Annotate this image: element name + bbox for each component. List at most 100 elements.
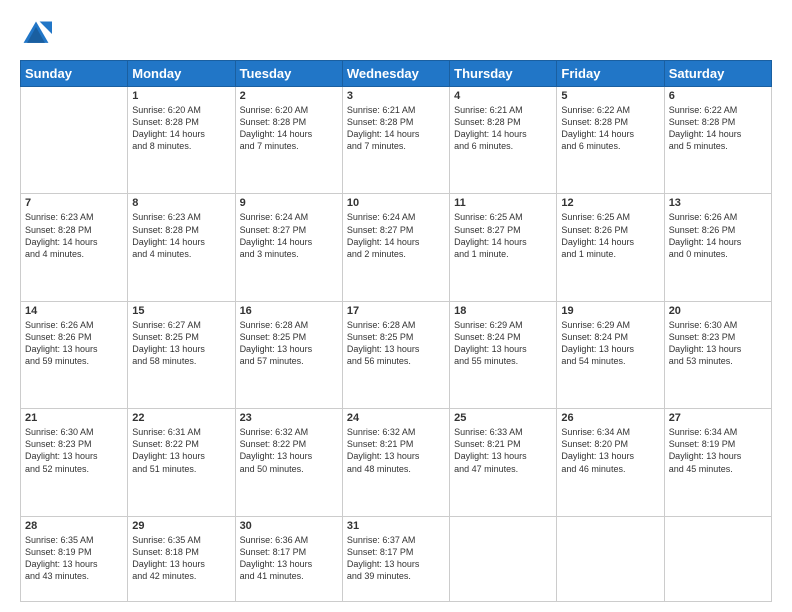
weekday-header: Sunday — [21, 61, 128, 87]
logo — [20, 18, 56, 50]
calendar-cell: 19 Sunrise: 6:29 AM Sunset: 8:24 PM Dayli… — [557, 301, 664, 408]
day-info: Sunrise: 6:24 AM Sunset: 8:27 PM Dayligh… — [240, 211, 338, 260]
calendar-week-row: 7 Sunrise: 6:23 AM Sunset: 8:28 PM Daylig… — [21, 194, 772, 301]
calendar-cell: 29 Sunrise: 6:35 AM Sunset: 8:18 PM Dayli… — [128, 516, 235, 601]
day-info: Sunrise: 6:21 AM Sunset: 8:28 PM Dayligh… — [454, 104, 552, 153]
day-number: 15 — [132, 305, 230, 317]
calendar-cell: 25 Sunrise: 6:33 AM Sunset: 8:21 PM Dayli… — [450, 409, 557, 516]
calendar-cell — [664, 516, 771, 601]
logo-icon — [20, 18, 52, 50]
day-number: 8 — [132, 197, 230, 209]
day-info: Sunrise: 6:26 AM Sunset: 8:26 PM Dayligh… — [25, 319, 123, 368]
day-info: Sunrise: 6:20 AM Sunset: 8:28 PM Dayligh… — [240, 104, 338, 153]
day-number: 9 — [240, 197, 338, 209]
day-number: 11 — [454, 197, 552, 209]
weekday-header: Saturday — [664, 61, 771, 87]
day-info: Sunrise: 6:29 AM Sunset: 8:24 PM Dayligh… — [561, 319, 659, 368]
day-info: Sunrise: 6:20 AM Sunset: 8:28 PM Dayligh… — [132, 104, 230, 153]
calendar-cell: 28Sunrise: 6:35 AM Sunset: 8:19 PM Dayli… — [21, 516, 128, 601]
day-number: 16 — [240, 305, 338, 317]
calendar-cell: 3Sunrise: 6:21 AM Sunset: 8:28 PM Daylig… — [342, 87, 449, 194]
day-info: Sunrise: 6:36 AM Sunset: 8:17 PM Dayligh… — [240, 534, 338, 583]
day-info: Sunrise: 6:32 AM Sunset: 8:21 PM Dayligh… — [347, 426, 445, 475]
weekday-header: Thursday — [450, 61, 557, 87]
calendar-cell — [21, 87, 128, 194]
day-number: 25 — [454, 412, 552, 424]
calendar-cell: 18Sunrise: 6:29 AM Sunset: 8:24 PM Dayli… — [450, 301, 557, 408]
page: SundayMondayTuesdayWednesdayThursdayFrid… — [0, 0, 792, 612]
day-number: 14 — [25, 305, 123, 317]
day-info: Sunrise: 6:32 AM Sunset: 8:22 PM Dayligh… — [240, 426, 338, 475]
calendar-week-row: 14 Sunrise: 6:26 AM Sunset: 8:26 PM Dayli… — [21, 301, 772, 408]
header — [20, 18, 772, 50]
calendar-cell: 7 Sunrise: 6:23 AM Sunset: 8:28 PM Daylig… — [21, 194, 128, 301]
day-info: Sunrise: 6:35 AM Sunset: 8:18 PM Dayligh… — [132, 534, 230, 583]
calendar-cell: 17Sunrise: 6:28 AM Sunset: 8:25 PM Dayli… — [342, 301, 449, 408]
day-number: 5 — [561, 90, 659, 102]
calendar-cell: 23 Sunrise: 6:32 AM Sunset: 8:22 PM Dayli… — [235, 409, 342, 516]
weekday-header: Tuesday — [235, 61, 342, 87]
calendar-cell: 31 Sunrise: 6:37 AM Sunset: 8:17 PM Dayli… — [342, 516, 449, 601]
day-info: Sunrise: 6:22 AM Sunset: 8:28 PM Dayligh… — [561, 104, 659, 153]
day-info: Sunrise: 6:30 AM Sunset: 8:23 PM Dayligh… — [669, 319, 767, 368]
weekday-header: Wednesday — [342, 61, 449, 87]
day-info: Sunrise: 6:37 AM Sunset: 8:17 PM Dayligh… — [347, 534, 445, 583]
calendar-cell — [450, 516, 557, 601]
day-info: Sunrise: 6:27 AM Sunset: 8:25 PM Dayligh… — [132, 319, 230, 368]
calendar-cell: 27 Sunrise: 6:34 AM Sunset: 8:19 PM Dayli… — [664, 409, 771, 516]
day-info: Sunrise: 6:21 AM Sunset: 8:28 PM Dayligh… — [347, 104, 445, 153]
day-number: 29 — [132, 520, 230, 532]
day-number: 22 — [132, 412, 230, 424]
calendar-cell: 12 Sunrise: 6:25 AM Sunset: 8:26 PM Dayli… — [557, 194, 664, 301]
day-number: 13 — [669, 197, 767, 209]
day-info: Sunrise: 6:35 AM Sunset: 8:19 PM Dayligh… — [25, 534, 123, 583]
day-number: 31 — [347, 520, 445, 532]
day-info: Sunrise: 6:26 AM Sunset: 8:26 PM Dayligh… — [669, 211, 767, 260]
calendar-cell: 9 Sunrise: 6:24 AM Sunset: 8:27 PM Daylig… — [235, 194, 342, 301]
day-info: Sunrise: 6:25 AM Sunset: 8:26 PM Dayligh… — [561, 211, 659, 260]
calendar-table: SundayMondayTuesdayWednesdayThursdayFrid… — [20, 60, 772, 602]
calendar-cell: 1Sunrise: 6:20 AM Sunset: 8:28 PM Daylig… — [128, 87, 235, 194]
calendar-cell: 22 Sunrise: 6:31 AM Sunset: 8:22 PM Dayli… — [128, 409, 235, 516]
day-number: 19 — [561, 305, 659, 317]
day-number: 20 — [669, 305, 767, 317]
calendar-cell: 15 Sunrise: 6:27 AM Sunset: 8:25 PM Dayli… — [128, 301, 235, 408]
day-number: 12 — [561, 197, 659, 209]
day-info: Sunrise: 6:30 AM Sunset: 8:23 PM Dayligh… — [25, 426, 123, 475]
day-number: 4 — [454, 90, 552, 102]
day-info: Sunrise: 6:33 AM Sunset: 8:21 PM Dayligh… — [454, 426, 552, 475]
calendar-cell: 2Sunrise: 6:20 AM Sunset: 8:28 PM Daylig… — [235, 87, 342, 194]
day-number: 10 — [347, 197, 445, 209]
day-number: 18 — [454, 305, 552, 317]
calendar-cell: 5 Sunrise: 6:22 AM Sunset: 8:28 PM Daylig… — [557, 87, 664, 194]
calendar-cell: 13 Sunrise: 6:26 AM Sunset: 8:26 PM Dayli… — [664, 194, 771, 301]
day-info: Sunrise: 6:24 AM Sunset: 8:27 PM Dayligh… — [347, 211, 445, 260]
day-number: 27 — [669, 412, 767, 424]
day-number: 17 — [347, 305, 445, 317]
day-info: Sunrise: 6:28 AM Sunset: 8:25 PM Dayligh… — [240, 319, 338, 368]
day-info: Sunrise: 6:23 AM Sunset: 8:28 PM Dayligh… — [132, 211, 230, 260]
calendar-cell: 8 Sunrise: 6:23 AM Sunset: 8:28 PM Daylig… — [128, 194, 235, 301]
calendar-cell: 6 Sunrise: 6:22 AM Sunset: 8:28 PM Daylig… — [664, 87, 771, 194]
calendar-week-row: 21 Sunrise: 6:30 AM Sunset: 8:23 PM Dayli… — [21, 409, 772, 516]
day-number: 26 — [561, 412, 659, 424]
calendar-cell: 14 Sunrise: 6:26 AM Sunset: 8:26 PM Dayli… — [21, 301, 128, 408]
calendar-cell: 30Sunrise: 6:36 AM Sunset: 8:17 PM Dayli… — [235, 516, 342, 601]
day-info: Sunrise: 6:23 AM Sunset: 8:28 PM Dayligh… — [25, 211, 123, 260]
day-info: Sunrise: 6:34 AM Sunset: 8:20 PM Dayligh… — [561, 426, 659, 475]
day-info: Sunrise: 6:34 AM Sunset: 8:19 PM Dayligh… — [669, 426, 767, 475]
header-row: SundayMondayTuesdayWednesdayThursdayFrid… — [21, 61, 772, 87]
day-number: 23 — [240, 412, 338, 424]
day-number: 6 — [669, 90, 767, 102]
calendar-week-row: 1Sunrise: 6:20 AM Sunset: 8:28 PM Daylig… — [21, 87, 772, 194]
weekday-header: Monday — [128, 61, 235, 87]
calendar-cell: 16 Sunrise: 6:28 AM Sunset: 8:25 PM Dayli… — [235, 301, 342, 408]
day-number: 21 — [25, 412, 123, 424]
day-info: Sunrise: 6:31 AM Sunset: 8:22 PM Dayligh… — [132, 426, 230, 475]
calendar-cell: 10 Sunrise: 6:24 AM Sunset: 8:27 PM Dayli… — [342, 194, 449, 301]
weekday-header: Friday — [557, 61, 664, 87]
day-number: 24 — [347, 412, 445, 424]
day-number: 7 — [25, 197, 123, 209]
calendar-cell: 20 Sunrise: 6:30 AM Sunset: 8:23 PM Dayli… — [664, 301, 771, 408]
day-info: Sunrise: 6:22 AM Sunset: 8:28 PM Dayligh… — [669, 104, 767, 153]
